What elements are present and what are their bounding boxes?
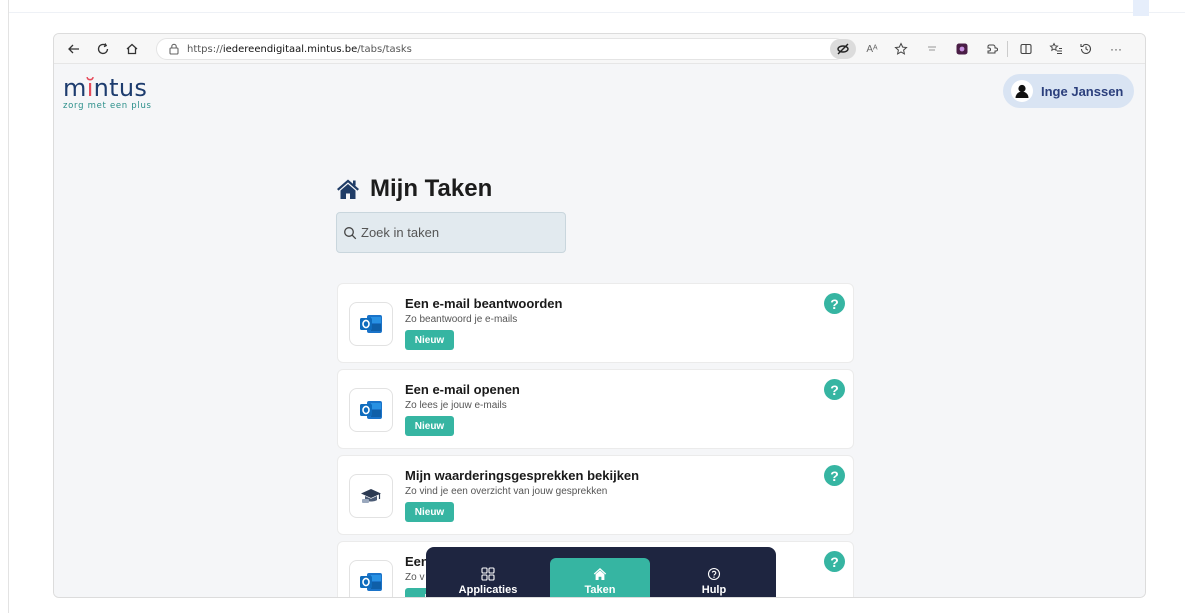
new-badge: Nieuw [405,330,454,350]
lock-icon [169,43,179,55]
history-icon[interactable] [1074,37,1098,61]
help-circle-icon [707,567,721,580]
favorite-star-icon[interactable] [889,37,913,61]
grid-icon [481,566,495,581]
user-avatar-icon [1011,80,1033,102]
nav-label: Taken [584,583,616,596]
nav-label: Hulp [701,583,727,596]
more-options-icon[interactable]: ··· [1104,37,1128,61]
home-icon[interactable] [120,37,144,61]
page-heading: Mijn Taken [336,175,492,203]
app-page: mĭntus zorg met een plus Inge Janssen Mi… [54,65,1145,597]
task-subtitle: Zo lees je jouw e-mails [405,400,507,411]
outer-top-line [8,12,1185,13]
user-name: Inge Janssen [1041,83,1124,99]
outlook-icon [349,302,393,346]
outlook-icon [349,388,393,432]
outer-corner-decoration [1133,0,1149,16]
task-subtitle: Zo beantwoord je e-mails [405,314,518,325]
back-icon[interactable] [62,37,86,61]
task-card[interactable]: Mijn waarderingsgesprekken bekijken Zo v… [337,455,854,535]
outer-left-line [8,0,9,613]
extension-app-icon[interactable] [950,37,974,61]
graduation-cap-icon [349,474,393,518]
favorites-list-icon[interactable] [1044,37,1068,61]
extensions-icon[interactable] [980,37,1004,61]
task-card[interactable]: Een e-mail openen Zo lees je jouw e-mail… [337,369,854,449]
nav-taken[interactable]: Taken [550,558,650,597]
search-icon [344,226,357,239]
home-icon [593,567,607,580]
search-input[interactable] [361,225,551,240]
help-icon[interactable]: ? [824,379,845,400]
refresh-icon[interactable] [91,37,115,61]
task-search-box[interactable] [336,212,566,253]
url-host: iedereendigitaal.mintus.be [222,43,358,55]
help-icon[interactable]: ? [824,465,845,486]
logo-wordmark: mĭntus [63,74,148,102]
extension-puzzle-icon[interactable] [920,37,944,61]
help-icon[interactable]: ? [824,293,845,314]
task-title: Een e-mail openen [405,382,520,397]
outlook-icon [349,560,393,597]
mintus-logo[interactable]: mĭntus zorg met een plus [63,76,152,111]
split-screen-icon[interactable] [1014,37,1038,61]
nav-applicaties[interactable]: Applicaties [438,558,538,597]
browser-toolbar: https://iedereendigitaal.mintus.be/tabs/… [54,34,1145,64]
nav-hulp[interactable]: Hulp [664,558,764,597]
address-bar[interactable]: https://iedereendigitaal.mintus.be/tabs/… [156,38,846,60]
logo-tagline: zorg met een plus [63,101,152,111]
nav-label: Applicaties [458,583,518,596]
task-title: Een e-mail beantwoorden [405,296,563,311]
url-path: /tabs/tasks [357,43,412,55]
new-badge: Nieuw [405,416,454,436]
task-title: Mijn waarderingsgesprekken bekijken [405,468,640,483]
new-badge: Nieuw [405,502,454,522]
browser-window: https://iedereendigitaal.mintus.be/tabs/… [53,33,1146,598]
toolbar-divider [1007,41,1008,57]
bottom-navigation: Applicaties Taken Hulp [426,547,776,597]
tracking-prevention-icon[interactable] [830,39,856,59]
task-subtitle: Zo vind je een overzicht van jouw gespre… [405,486,608,497]
page-title: Mijn Taken [370,175,493,202]
home-icon [337,179,359,199]
read-aloud-icon[interactable]: Aᴬ [860,37,884,61]
task-subtitle: Zo v [405,572,425,583]
url-prefix: https:// [187,43,223,55]
user-profile-button[interactable]: Inge Janssen [1003,74,1134,108]
help-icon[interactable]: ? [824,551,845,572]
task-card[interactable]: Een e-mail beantwoorden Zo beantwoord je… [337,283,854,363]
